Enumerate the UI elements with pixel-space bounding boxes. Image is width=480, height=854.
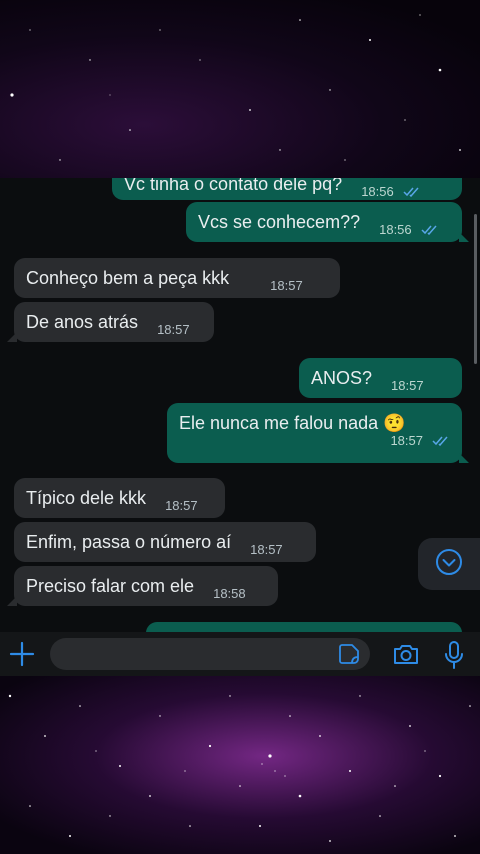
bubble-tail	[459, 453, 469, 463]
scroll-to-bottom-button[interactable]	[418, 538, 480, 590]
message-text: Típico dele kkk	[26, 488, 147, 508]
camera-icon[interactable]	[392, 642, 420, 666]
message-bubble-outgoing-partial[interactable]	[146, 622, 462, 632]
stars-top	[10, 14, 461, 161]
message-bubble-outgoing[interactable]: Ele nunca me falou nada 🤨 18:57	[167, 403, 469, 463]
read-ticks-icon	[421, 218, 439, 240]
message-text: Enfim, passa o número aí	[26, 532, 232, 552]
message-bubble-outgoing[interactable]: ANOS? 18:57	[299, 358, 462, 416]
message-text: De anos atrás	[26, 312, 139, 332]
message-time: 18:57	[250, 542, 283, 557]
message-bubble-incoming[interactable]: Conheço bem a peça kkk 18:57	[14, 258, 340, 298]
message-bubble-outgoing[interactable]: Vcs se conhecem?? 18:56	[186, 202, 469, 242]
message-text: Vcs se conhecem??	[198, 212, 361, 232]
chat-window[interactable]: Vc tinha o contato dele pq? 18:56 Vcs se…	[0, 178, 480, 632]
message-input[interactable]	[50, 638, 370, 670]
message-bubble-incoming[interactable]: Típico dele kkk 18:57	[14, 478, 225, 518]
message-text: ANOS?	[311, 368, 373, 388]
microphone-icon[interactable]	[442, 640, 466, 670]
stars-bottom	[8, 694, 471, 842]
message-composer	[0, 632, 480, 676]
message-time: 18:57	[165, 498, 198, 513]
message-text: Conheço bem a peça kkk	[26, 268, 230, 288]
plus-icon[interactable]	[8, 640, 36, 668]
message-bubble-incoming[interactable]: De anos atrás 18:57	[7, 302, 214, 342]
read-ticks-icon	[432, 429, 450, 451]
message-time: 18:56	[379, 222, 412, 237]
message-bubble-incoming[interactable]: Preciso falar com ele 18:58	[7, 566, 278, 606]
message-bubble-outgoing[interactable]: Vc tinha o contato dele pq? 18:56	[112, 178, 462, 200]
message-time: 18:57	[157, 322, 190, 337]
message-time: 18:58	[213, 586, 246, 601]
message-time: 18:57	[391, 378, 424, 393]
sticker-icon[interactable]	[338, 643, 360, 665]
message-text: Preciso falar com ele	[26, 576, 195, 596]
bubble-tail	[7, 596, 17, 606]
message-time: 18:57	[270, 278, 303, 293]
bubble-tail	[7, 332, 17, 342]
bubble-tail	[459, 232, 469, 242]
background-image-bottom	[0, 676, 480, 854]
chat-scrollbar[interactable]	[474, 214, 477, 364]
chevron-down-circle-icon	[435, 548, 463, 581]
message-time: 18:56	[361, 184, 394, 199]
message-text: Vc tinha o contato dele pq?	[124, 178, 343, 194]
message-time: 18:57	[390, 433, 423, 448]
read-ticks-icon	[403, 180, 421, 202]
background-image-top	[0, 0, 480, 178]
message-bubble-incoming[interactable]: Enfim, passa o número aí 18:57	[14, 522, 316, 562]
